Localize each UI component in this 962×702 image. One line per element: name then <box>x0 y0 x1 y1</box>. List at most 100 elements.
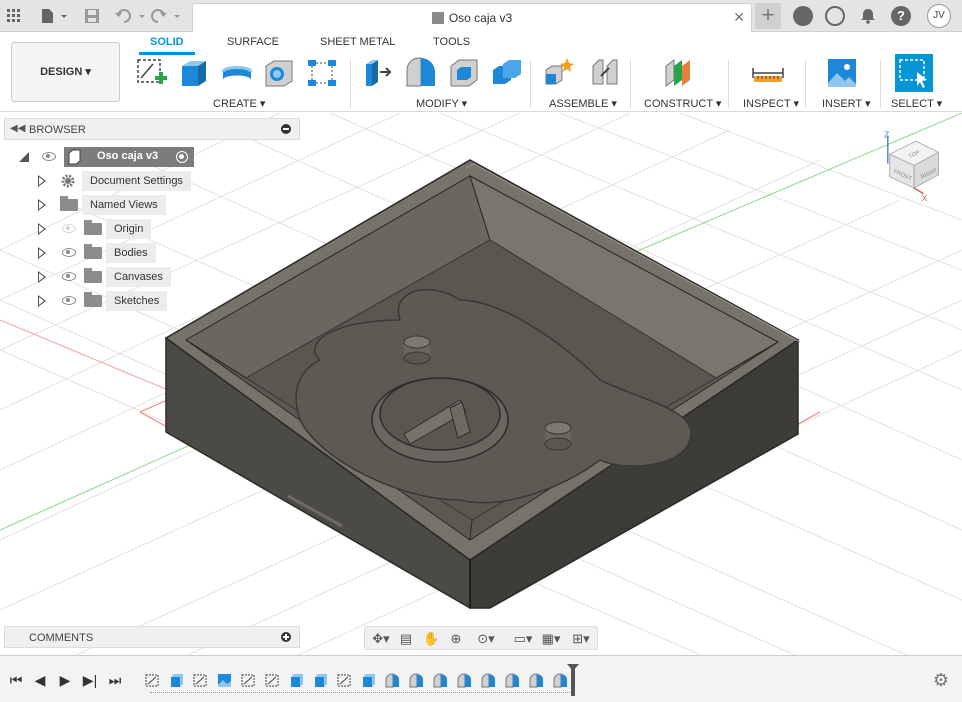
timeline-extrude-feature[interactable] <box>169 673 184 688</box>
timeline-marker[interactable] <box>567 664 579 696</box>
modify-menu[interactable]: MODIFY ▾ <box>416 97 467 110</box>
browser-item-named-views[interactable]: Named Views <box>38 195 198 215</box>
job-status-icon[interactable] <box>825 6 845 26</box>
timeline-fillet-feature[interactable] <box>505 673 520 688</box>
grid-settings-icon[interactable]: ▦▾ <box>538 631 564 647</box>
expand-triangle-icon[interactable] <box>38 247 46 259</box>
timeline-sketch-feature[interactable] <box>337 673 352 688</box>
shell-icon[interactable] <box>447 56 481 90</box>
press-pull-icon[interactable] <box>362 56 396 90</box>
peg-right[interactable] <box>544 421 572 451</box>
look-at-icon[interactable]: ▤ <box>398 631 414 647</box>
timeline-fillet-feature[interactable] <box>529 673 544 688</box>
create-sketch-icon[interactable] <box>135 56 169 90</box>
minimize-browser-icon[interactable] <box>281 124 291 134</box>
workspace-switcher[interactable]: DESIGN ▾ <box>11 42 120 102</box>
comments-header[interactable]: COMMENTS <box>4 626 300 648</box>
zoom-icon[interactable]: ⊕ <box>448 631 464 647</box>
extensions-icon[interactable] <box>793 6 813 26</box>
measure-icon[interactable] <box>751 56 785 90</box>
timeline-fillet-feature[interactable] <box>481 673 496 688</box>
activate-component-icon[interactable] <box>176 151 188 163</box>
go-to-end-icon[interactable]: ⏭ <box>107 672 123 688</box>
create-menu[interactable]: CREATE ▾ <box>213 97 265 110</box>
fillet-icon[interactable] <box>404 56 438 90</box>
timeline-sketch-feature[interactable] <box>241 673 256 688</box>
timeline-canvas-feature[interactable] <box>217 673 232 688</box>
timeline-sketch-feature[interactable] <box>265 673 280 688</box>
browser-item-origin[interactable]: Origin <box>38 219 198 239</box>
collapse-panel-icon[interactable]: ◀◀ <box>10 123 25 134</box>
box-body[interactable] <box>164 159 801 610</box>
pattern-icon[interactable] <box>305 56 339 90</box>
timeline-extrude-feature[interactable] <box>361 673 376 688</box>
add-comment-icon[interactable] <box>281 632 291 642</box>
go-to-start-icon[interactable]: ⏮ <box>8 672 24 688</box>
expand-triangle-icon[interactable] <box>38 223 46 235</box>
browser-item-canvases[interactable]: Canvases <box>38 267 198 287</box>
timeline-fillet-feature[interactable] <box>385 673 400 688</box>
timeline-sketch-feature[interactable] <box>145 673 160 688</box>
undo-icon[interactable] <box>114 6 148 26</box>
revolve-icon[interactable] <box>220 56 254 90</box>
expand-triangle-icon[interactable] <box>38 199 46 211</box>
step-back-icon[interactable]: ◀ <box>32 672 48 688</box>
file-menu-icon[interactable] <box>38 6 70 26</box>
close-tab-icon[interactable]: ✕ <box>733 9 745 26</box>
browser-item-bodies[interactable]: Bodies <box>38 243 198 263</box>
pan-hand-icon[interactable]: ✋ <box>423 631 439 647</box>
browser-root[interactable]: Oso caja v3 <box>18 147 198 167</box>
timeline-fillet-feature[interactable] <box>553 673 568 688</box>
fit-icon[interactable]: ⊙▾ <box>473 631 499 647</box>
combine-icon[interactable] <box>490 56 524 90</box>
expand-triangle-icon[interactable] <box>38 271 46 283</box>
display-settings-icon[interactable]: ▭▾ <box>510 631 536 647</box>
redo-icon[interactable] <box>150 6 184 26</box>
orbit-icon[interactable]: ✥▾ <box>368 631 394 647</box>
hidden-eye-icon[interactable] <box>62 224 76 233</box>
timeline-extrude-feature[interactable] <box>313 673 328 688</box>
timeline-fillet-feature[interactable] <box>409 673 424 688</box>
notifications-bell-icon[interactable] <box>858 6 878 26</box>
new-tab-button[interactable]: + <box>755 3 781 29</box>
timeline-extrude-feature[interactable] <box>289 673 304 688</box>
extrude-icon[interactable] <box>178 56 212 90</box>
user-avatar[interactable]: JV <box>927 4 951 28</box>
tab-surface[interactable]: SURFACE <box>227 36 279 48</box>
browser-item-document-settings[interactable]: Document Settings <box>38 171 198 191</box>
insert-menu[interactable]: INSERT ▾ <box>822 97 871 110</box>
browser-item-sketches[interactable]: Sketches <box>38 291 198 311</box>
app-grid-icon[interactable] <box>4 6 24 26</box>
expand-triangle-icon[interactable] <box>38 295 46 307</box>
visibility-eye-icon[interactable] <box>42 152 56 161</box>
browser-header[interactable]: ◀◀ BROWSER <box>4 118 300 140</box>
assemble-menu[interactable]: ASSEMBLE ▾ <box>549 97 617 110</box>
document-tab[interactable]: Oso caja v3 ✕ <box>192 3 752 32</box>
inspect-menu[interactable]: INSPECT ▾ <box>743 97 799 110</box>
timeline-sketch-feature[interactable] <box>193 673 208 688</box>
help-icon[interactable]: ? <box>891 6 911 26</box>
viewcube[interactable]: Z X TOP FRONT RIGHT <box>880 128 950 203</box>
expand-triangle-icon[interactable] <box>38 175 46 187</box>
expanded-triangle-icon[interactable] <box>18 151 30 163</box>
play-icon[interactable]: ▶ <box>57 672 73 688</box>
hole-icon[interactable] <box>262 56 296 90</box>
select-menu[interactable]: SELECT ▾ <box>891 97 942 110</box>
center-ring[interactable] <box>371 377 509 463</box>
save-icon[interactable] <box>82 6 102 26</box>
tab-solid[interactable]: SOLID <box>150 36 184 48</box>
viewports-icon[interactable]: ⊞▾ <box>568 631 594 647</box>
step-forward-icon[interactable]: ▶| <box>82 672 98 688</box>
timeline-fillet-feature[interactable] <box>433 673 448 688</box>
select-icon[interactable] <box>895 54 933 92</box>
offset-plane-icon[interactable] <box>662 56 696 90</box>
visibility-eye-icon[interactable] <box>62 248 76 257</box>
tab-sheet-metal[interactable]: SHEET METAL <box>320 36 395 48</box>
timeline-fillet-feature[interactable] <box>457 673 472 688</box>
tab-tools[interactable]: TOOLS <box>433 36 470 48</box>
peg-left[interactable] <box>403 335 431 365</box>
visibility-eye-icon[interactable] <box>62 296 76 305</box>
new-component-icon[interactable] <box>543 56 577 90</box>
timeline-settings-gear-icon[interactable]: ⚙ <box>932 671 950 689</box>
visibility-eye-icon[interactable] <box>62 272 76 281</box>
